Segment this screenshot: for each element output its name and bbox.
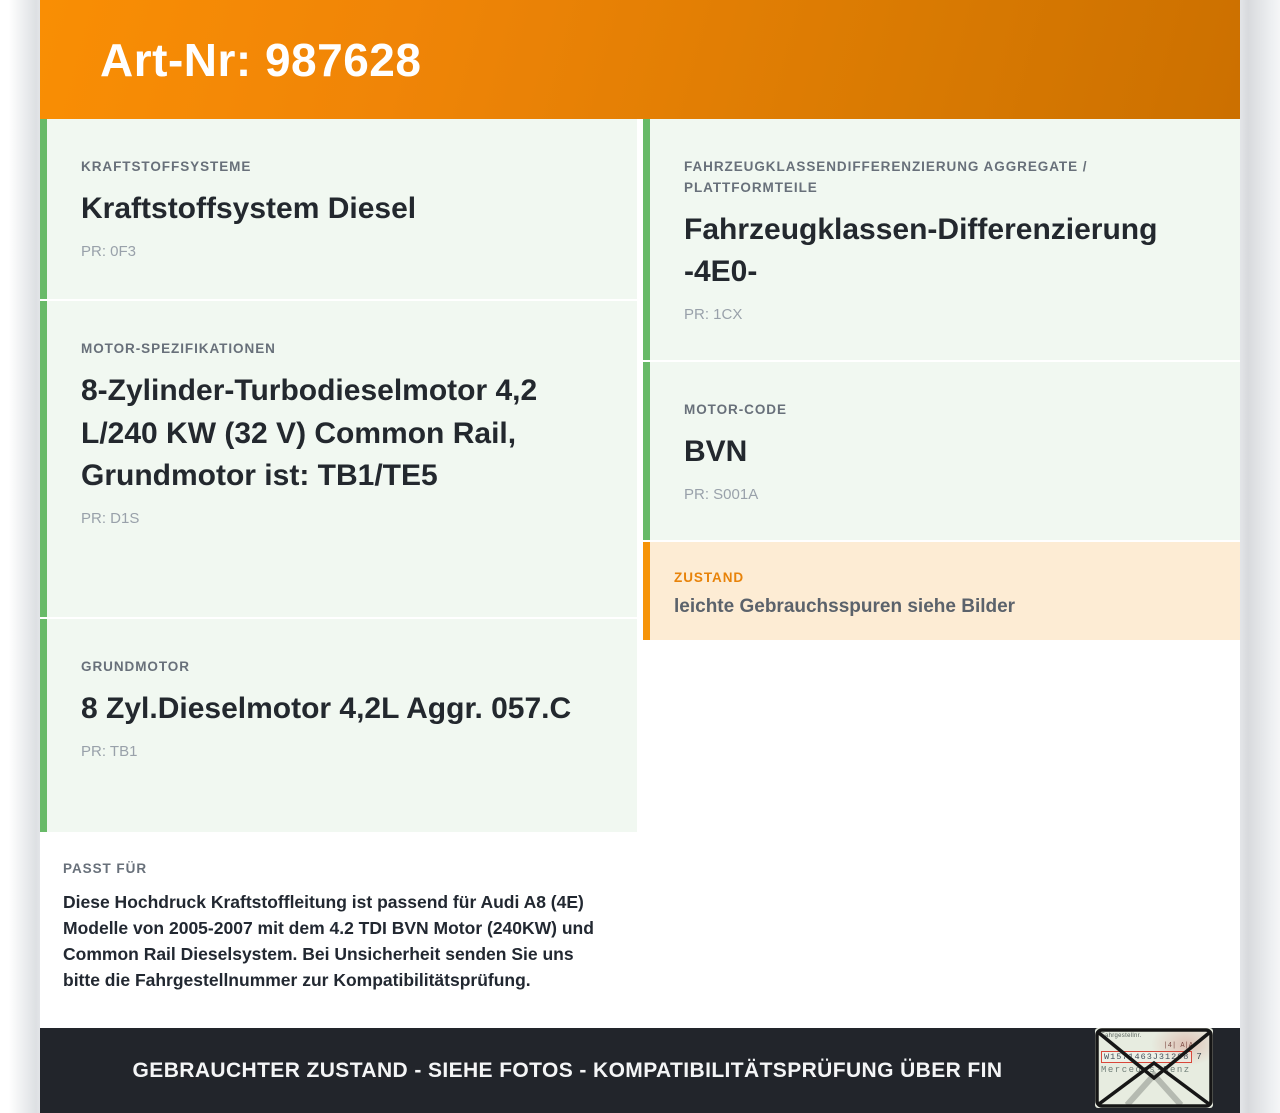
spec-card-label: GRUNDMOTOR xyxy=(81,659,190,674)
fitment-description: Diese Hochdruck Kraftstoffleitung ist pa… xyxy=(63,891,594,990)
spec-card-label: KRAFTSTOFFSYSTEME xyxy=(81,159,252,174)
spec-card-title: Kraftstoffsystem Diesel xyxy=(81,191,417,225)
fin-document-envelope-image: Fahrgestellnr. |4| A|A W1571463J31298 7 … xyxy=(1095,1028,1213,1108)
fitment-card-label: PASST FÜR xyxy=(63,861,148,876)
condition-card: ZUSTAND leichte Gebrauchsspuren siehe Bi… xyxy=(643,542,1240,640)
spec-card-grundmotor: GRUNDMOTOR 8 Zyl.Dieselmotor 4,2L Aggr. … xyxy=(40,619,637,832)
spec-card-pr-code: PR: D1S xyxy=(81,509,140,527)
spec-card-pr-code: PR: TB1 xyxy=(81,742,138,760)
listing-page: Art-Nr: 987628 KRAFTSTOFFSYSTEME Kraftst… xyxy=(40,0,1240,1113)
spec-card-title: 8 Zyl.Dieselmotor 4,2L Aggr. 057.C xyxy=(81,691,572,725)
spec-card-title: BVN xyxy=(684,434,748,468)
condition-text: leichte Gebrauchsspuren siehe Bilder xyxy=(674,595,1016,617)
envelope-outline-icon xyxy=(1095,1028,1213,1108)
spec-card-kraftstoffsysteme: KRAFTSTOFFSYSTEME Kraftstoffsystem Diese… xyxy=(40,119,637,299)
footer-bar: GEBRAUCHTER ZUSTAND - SIEHE FOTOS - KOMP… xyxy=(40,1028,1240,1113)
spec-card-title: Fahrzeugklassen-Differenzierung -4E0- xyxy=(684,212,1158,289)
fitment-card: PASST FÜR Diese Hochdruck Kraftstoffleit… xyxy=(40,834,637,1028)
condition-card-label: ZUSTAND xyxy=(674,570,745,585)
spec-card-fahrzeugklassen: FAHRZEUGKLASSENDIFFERENZIERUNG AGGREGATE… xyxy=(643,119,1240,360)
spec-card-motor-code: MOTOR-CODE BVN PR: S001A xyxy=(643,362,1240,540)
footer-notice-text: GEBRAUCHTER ZUSTAND - SIEHE FOTOS - KOMP… xyxy=(132,1058,1003,1082)
left-column: KRAFTSTOFFSYSTEME Kraftstoffsystem Diese… xyxy=(40,119,637,1028)
spec-card-pr-code: PR: 1CX xyxy=(684,306,743,324)
spec-card-pr-code: PR: 0F3 xyxy=(81,242,137,260)
spec-card-label: FAHRZEUGKLASSENDIFFERENZIERUNG AGGREGATE… xyxy=(684,159,1088,195)
header-banner: Art-Nr: 987628 xyxy=(40,0,1240,119)
right-column: FAHRZEUGKLASSENDIFFERENZIERUNG AGGREGATE… xyxy=(643,119,1240,1028)
spec-card-label: MOTOR-CODE xyxy=(684,402,787,417)
spec-card-title: 8-Zylinder-Turbodieselmotor 4,2 L/240 KW… xyxy=(81,373,538,493)
article-number-title: Art-Nr: 987628 xyxy=(100,33,422,86)
spec-grid: KRAFTSTOFFSYSTEME Kraftstoffsystem Diese… xyxy=(40,119,1240,1028)
spec-card-label: MOTOR-SPEZIFIKATIONEN xyxy=(81,341,276,356)
spec-card-motor-spezifikationen: MOTOR-SPEZIFIKATIONEN 8-Zylinder-Turbodi… xyxy=(40,301,637,617)
spec-card-pr-code: PR: S001A xyxy=(684,485,759,503)
